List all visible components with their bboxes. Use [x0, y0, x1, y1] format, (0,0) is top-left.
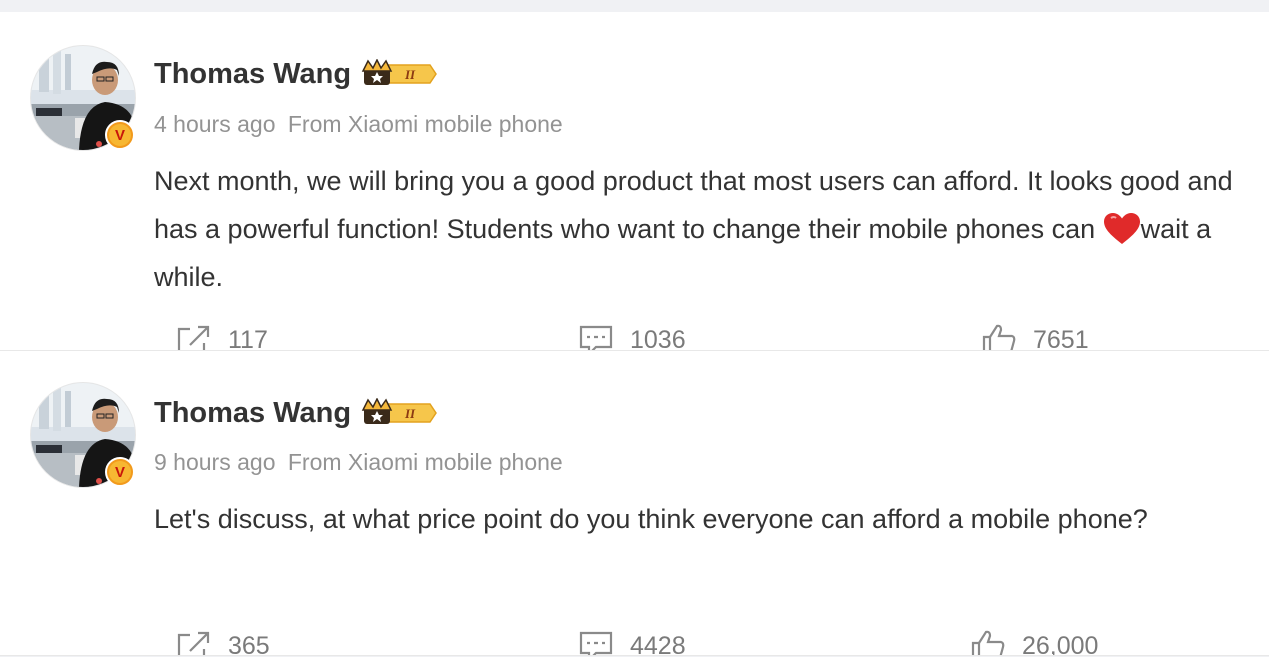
comment-icon: [578, 629, 614, 655]
post-source: From Xiaomi mobile phone: [287, 111, 563, 137]
like-count: 26,000: [1022, 631, 1099, 656]
comment-count: 4428: [630, 631, 686, 656]
verified-v-badge-icon: V: [105, 120, 135, 150]
repost-count: 365: [228, 631, 270, 656]
post-actions: 365 4428 26,000: [0, 629, 1269, 655]
feed-post: V Thomas Wang II 9 hours ago From Xiaomi…: [0, 351, 1269, 655]
author-row: Thomas Wang II: [154, 56, 438, 92]
post-time[interactable]: 9 hours ago: [154, 449, 275, 475]
post-meta: 4 hours ago From Xiaomi mobile phone: [154, 109, 563, 139]
post-text: Next month, we will bring you a good pro…: [154, 157, 1244, 301]
author-row: Thomas Wang II: [154, 395, 438, 431]
username[interactable]: Thomas Wang: [154, 395, 351, 431]
post-source: From Xiaomi mobile phone: [287, 449, 563, 475]
repost-button[interactable]: 117: [176, 323, 268, 350]
post-meta: 9 hours ago From Xiaomi mobile phone: [154, 447, 563, 477]
feed-post: V Thomas Wang II 4 hours ago From Xiaomi…: [0, 12, 1269, 350]
red-heart-emoji-icon: [1103, 212, 1141, 246]
post-text-part: Next month, we will bring you a good pro…: [154, 166, 1233, 244]
like-count: 7651: [1033, 325, 1089, 351]
comment-count: 1036: [630, 325, 686, 351]
username[interactable]: Thomas Wang: [154, 56, 351, 92]
repost-icon: [176, 323, 212, 350]
post-text: Let's discuss, at what price point do yo…: [154, 504, 1148, 534]
comment-button[interactable]: 4428: [578, 629, 686, 655]
crown-vip-badge-icon[interactable]: II: [360, 397, 438, 428]
repost-button[interactable]: 365: [176, 629, 270, 655]
like-button[interactable]: 7651: [981, 323, 1089, 350]
avatar[interactable]: V: [30, 382, 136, 488]
like-button[interactable]: 26,000: [970, 629, 1098, 655]
online-dot: [96, 141, 102, 147]
post-actions: 117 1036 7651: [0, 323, 1269, 350]
avatar[interactable]: V: [30, 45, 136, 151]
thumbs-up-icon: [970, 629, 1006, 655]
svg-text:II: II: [404, 406, 416, 421]
repost-icon: [176, 629, 212, 655]
online-dot: [96, 478, 102, 484]
verified-v-badge-icon: V: [105, 457, 135, 487]
svg-text:II: II: [404, 67, 416, 82]
thumbs-up-icon: [981, 323, 1017, 350]
repost-count: 117: [228, 325, 268, 351]
crown-vip-badge-icon[interactable]: II: [360, 58, 438, 89]
post-time[interactable]: 4 hours ago: [154, 111, 275, 137]
comment-icon: [578, 323, 614, 350]
top-separator-strip: [0, 0, 1269, 12]
comment-button[interactable]: 1036: [578, 323, 686, 350]
